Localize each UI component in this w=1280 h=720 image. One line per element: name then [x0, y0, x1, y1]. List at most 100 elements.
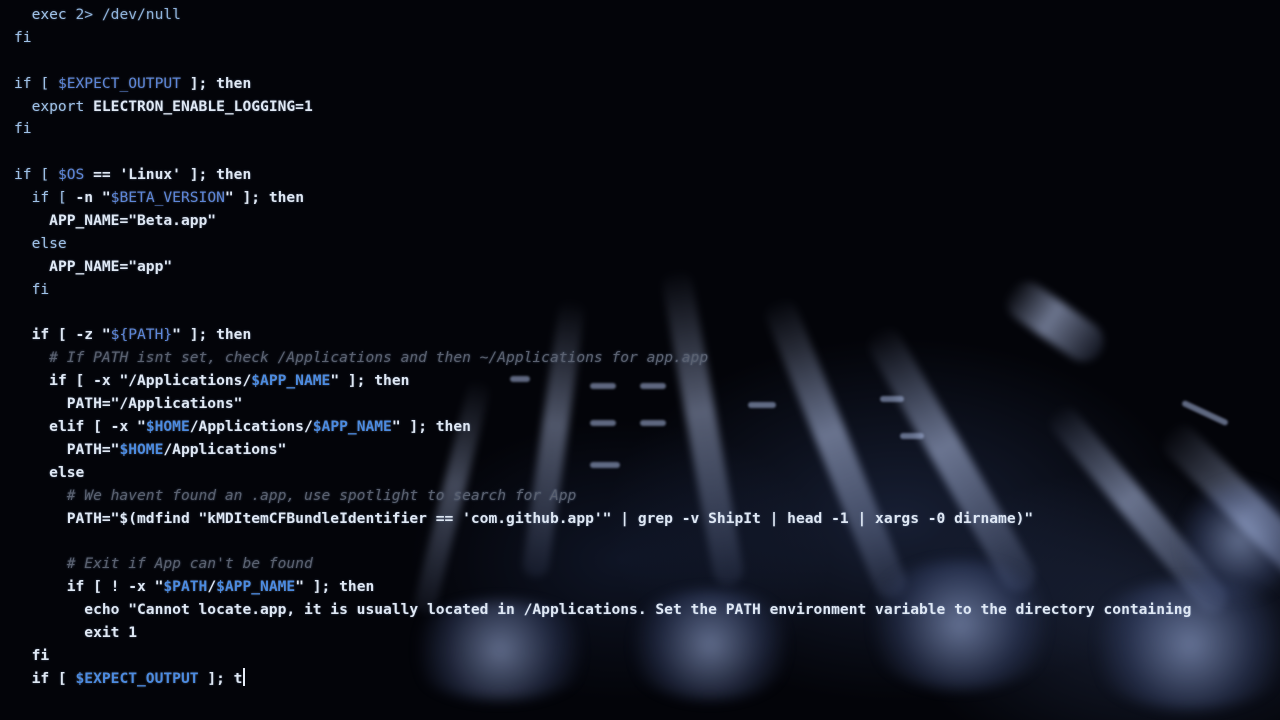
code-token: if [ -x "/Applications/: [49, 372, 252, 390]
code-token: exit 1: [84, 624, 138, 642]
code-variable: $PATH: [163, 578, 208, 596]
code-variable: $HOME: [119, 440, 164, 458]
code-line: if [ ! -x "$PATH/$APP_NAME" ]; then: [14, 576, 1191, 599]
code-token: APP_NAME="app": [49, 257, 173, 275]
code-line: export ELECTRON_ENABLE_LOGGING=1: [14, 96, 1191, 119]
code-line: # If PATH isnt set, check /Applications …: [14, 347, 1191, 370]
code-variable: $APP_NAME: [216, 578, 296, 596]
code-editor-text[interactable]: exec 2> /dev/null fi if [ $EXPECT_OUTPUT …: [14, 4, 1191, 691]
code-variable: $OS: [57, 166, 85, 184]
code-token: " ]; then: [391, 418, 471, 436]
code-token: " ]; then: [295, 578, 375, 596]
code-variable: $APP_NAME: [312, 418, 392, 436]
code-token: if [ -z ": [31, 326, 111, 344]
text-cursor: [243, 667, 246, 686]
code-line: exit 1: [14, 622, 1191, 645]
code-line: if [ -x "/Applications/$APP_NAME" ]; the…: [14, 370, 1191, 393]
code-token: else: [49, 463, 85, 481]
code-token: == 'Linux' ]; then: [84, 166, 252, 184]
code-token: -n ": [75, 189, 111, 207]
code-token: PATH="/Applications": [66, 395, 243, 413]
code-line: if [ $EXPECT_OUTPUT ]; then: [14, 73, 1191, 96]
code-keyword: exec: [31, 6, 76, 23]
code-variable: $HOME: [145, 418, 190, 436]
code-token: /Applications": [163, 440, 287, 458]
code-token: ELECTRON_ENABLE_LOGGING=1: [93, 97, 313, 115]
code-comment: # If PATH isnt set, check /Applications …: [49, 349, 709, 367]
code-token: 2> /dev/null: [75, 6, 181, 23]
code-line: PATH="$HOME/Applications": [14, 439, 1191, 462]
code-line: if [ $OS == 'Linux' ]; then: [14, 164, 1191, 187]
code-token: PATH="$(mdfind "kMDItemCFBundleIdentifie…: [66, 509, 1034, 527]
code-line: # We havent found an .app, use spotlight…: [14, 485, 1191, 508]
code-line: APP_NAME="app": [14, 256, 1191, 279]
code-line: if [ -n "$BETA_VERSION" ]; then: [14, 187, 1191, 210]
code-token: " ]; then: [224, 189, 304, 207]
code-keyword: else: [31, 234, 67, 252]
code-token: ]; t: [198, 669, 243, 687]
code-token: if [: [31, 669, 76, 687]
code-token: echo "Cannot locate.app, it is usually l…: [84, 601, 1192, 619]
code-line: echo "Cannot locate.app, it is usually l…: [14, 599, 1191, 622]
code-keyword: if [: [14, 166, 58, 184]
code-variable: $EXPECT_OUTPUT: [57, 74, 181, 92]
code-line: APP_NAME="Beta.app": [14, 210, 1191, 233]
code-keyword: if [: [14, 74, 58, 92]
code-token: PATH=": [66, 440, 120, 458]
code-token: if [ ! -x ": [66, 578, 164, 596]
code-token: elif [ -x ": [49, 418, 146, 436]
code-line: if [ $EXPECT_OUTPUT ]; t: [14, 667, 1191, 691]
code-line: else: [14, 233, 1191, 256]
code-keyword: fi: [14, 120, 32, 138]
code-line: # Exit if App can't be found: [14, 553, 1191, 576]
code-token: ]; then: [180, 74, 252, 92]
code-line: exec 2> /dev/null: [14, 4, 1191, 27]
code-variable: $APP_NAME: [251, 372, 331, 390]
code-keyword: fi: [14, 28, 32, 46]
code-token: /: [207, 578, 217, 596]
code-line: elif [ -x "$HOME/Applications/$APP_NAME"…: [14, 416, 1191, 439]
code-variable: ${PATH}: [110, 326, 173, 344]
code-comment: # Exit if App can't be found: [66, 555, 313, 573]
code-token: fi: [31, 646, 50, 664]
code-line: if [ -z "${PATH}" ]; then: [14, 324, 1191, 347]
code-line: fi: [14, 279, 1191, 302]
code-comment: # We havent found an .app, use spotlight…: [66, 486, 577, 504]
code-token: " ]; then: [330, 372, 410, 390]
code-line: PATH="/Applications": [14, 393, 1191, 416]
code-variable: $EXPECT_OUTPUT: [75, 669, 199, 687]
code-line: fi: [14, 118, 1191, 141]
code-line: fi: [14, 27, 1191, 50]
code-line: PATH="$(mdfind "kMDItemCFBundleIdentifie…: [14, 508, 1191, 531]
code-keyword: export: [31, 97, 94, 115]
code-token: APP_NAME="Beta.app": [49, 212, 217, 230]
code-variable: $BETA_VERSION: [110, 189, 225, 207]
code-line: fi: [14, 645, 1191, 668]
